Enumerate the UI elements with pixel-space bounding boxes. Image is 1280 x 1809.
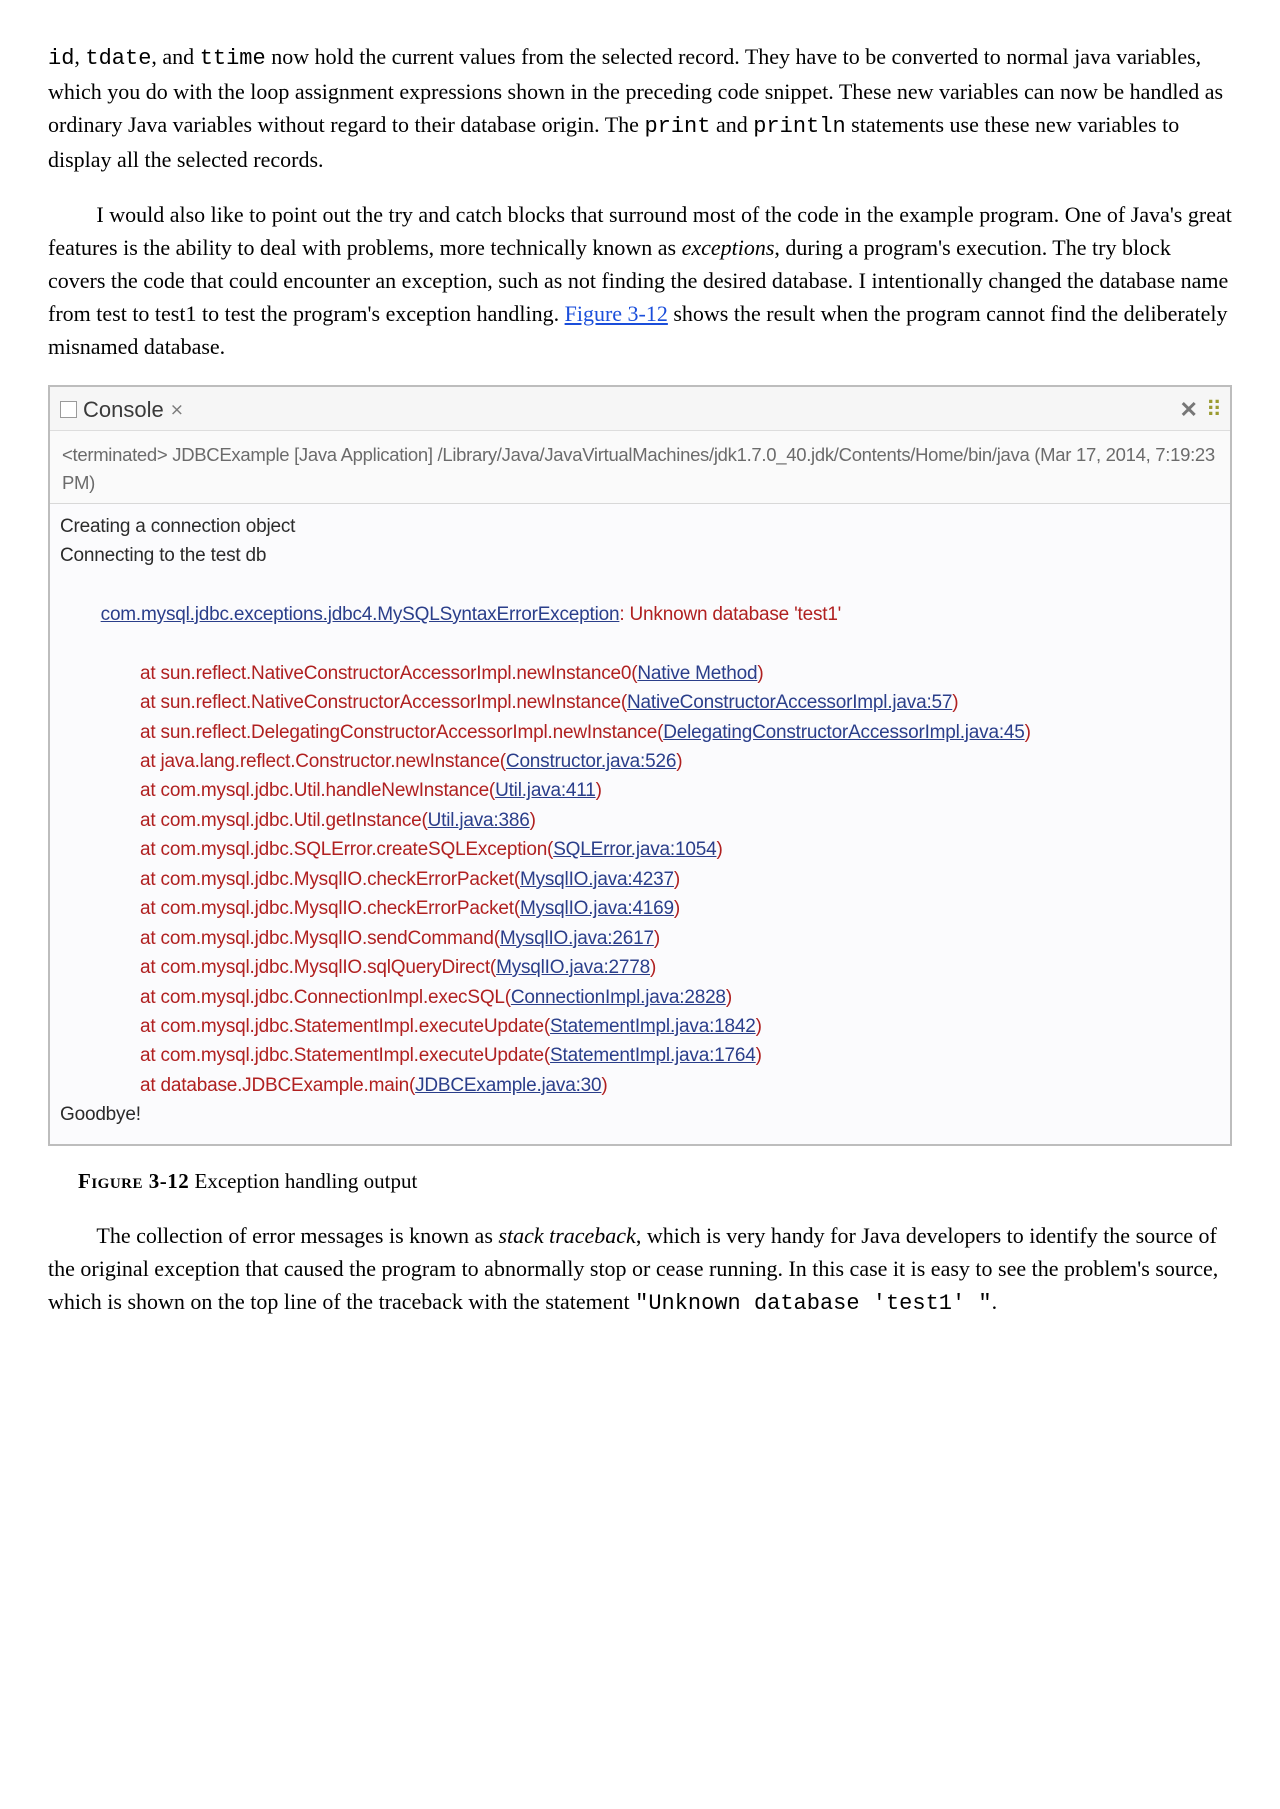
text: , bbox=[74, 44, 85, 69]
trace-prefix: at com.mysql.jdbc.StatementImpl.executeU… bbox=[140, 1016, 550, 1037]
figure-caption: Figure 3-12 Exception handling output bbox=[78, 1166, 1232, 1198]
stacktrace-line: at com.mysql.jdbc.SQLError.createSQLExce… bbox=[60, 835, 1220, 864]
term-stack-traceback: stack traceback bbox=[498, 1223, 635, 1248]
trace-source-link[interactable]: DelegatingConstructorAccessorImpl.java:4… bbox=[663, 722, 1024, 743]
exception-class[interactable]: com.mysql.jdbc.exceptions.jdbc4.MySQLSyn… bbox=[101, 604, 620, 625]
trace-prefix: at com.mysql.jdbc.SQLError.createSQLExce… bbox=[140, 839, 553, 860]
trace-suffix: ) bbox=[674, 869, 680, 890]
code-tdate: tdate bbox=[85, 46, 151, 71]
trace-source-link[interactable]: MysqlIO.java:4237 bbox=[520, 869, 674, 890]
trace-prefix: at com.mysql.jdbc.StatementImpl.executeU… bbox=[140, 1045, 550, 1066]
code-print: print bbox=[644, 114, 710, 139]
code-unknown-db: "Unknown database 'test1' " bbox=[635, 1291, 991, 1316]
trace-suffix: ) bbox=[757, 663, 763, 684]
exception-message: : Unknown database 'test1' bbox=[619, 604, 841, 625]
console-panel: Console ⨯ ✕ ⠿ <terminated> JDBCExample [… bbox=[48, 385, 1232, 1146]
trace-prefix: at com.mysql.jdbc.Util.getInstance( bbox=[140, 810, 428, 831]
trace-source-link[interactable]: SQLError.java:1054 bbox=[553, 839, 716, 860]
paragraph-3: The collection of error messages is know… bbox=[48, 1219, 1232, 1320]
console-icon bbox=[60, 401, 77, 418]
trace-source-link[interactable]: MysqlIO.java:2778 bbox=[496, 957, 650, 978]
trace-prefix: at com.mysql.jdbc.MysqlIO.sendCommand( bbox=[140, 928, 500, 949]
stacktrace-line: at com.mysql.jdbc.StatementImpl.executeU… bbox=[60, 1041, 1220, 1070]
trace-prefix: at com.mysql.jdbc.MysqlIO.checkErrorPack… bbox=[140, 869, 520, 890]
term-exceptions: exceptions bbox=[682, 235, 775, 260]
output-line: Goodbye! bbox=[60, 1100, 1220, 1129]
trace-prefix: at com.mysql.jdbc.Util.handleNewInstance… bbox=[140, 780, 495, 801]
trace-suffix: ) bbox=[676, 751, 682, 772]
text: and bbox=[710, 112, 753, 137]
trace-prefix: at com.mysql.jdbc.MysqlIO.sqlQueryDirect… bbox=[140, 957, 496, 978]
text: The collection of error messages is know… bbox=[96, 1223, 498, 1248]
code-println: println bbox=[753, 114, 845, 139]
stacktrace-line: at com.mysql.jdbc.MysqlIO.sqlQueryDirect… bbox=[60, 953, 1220, 982]
trace-source-link[interactable]: ConnectionImpl.java:2828 bbox=[511, 987, 726, 1008]
stacktrace-line: at com.mysql.jdbc.Util.handleNewInstance… bbox=[60, 776, 1220, 805]
output-line: Connecting to the test db bbox=[60, 541, 1220, 570]
trace-suffix: ) bbox=[756, 1045, 762, 1066]
trace-source-link[interactable]: MysqlIO.java:2617 bbox=[500, 928, 654, 949]
trace-prefix: at com.mysql.jdbc.ConnectionImpl.execSQL… bbox=[140, 987, 511, 1008]
menu-icon[interactable]: ⠿ bbox=[1206, 393, 1222, 426]
trace-source-link[interactable]: MysqlIO.java:4169 bbox=[520, 898, 674, 919]
console-tab-label: Console bbox=[83, 393, 164, 426]
trace-prefix: at sun.reflect.NativeConstructorAccessor… bbox=[140, 663, 637, 684]
console-output: Creating a connection object Connecting … bbox=[50, 504, 1230, 1144]
trace-suffix: ) bbox=[530, 810, 536, 831]
console-tab-bar: Console ⨯ ✕ ⠿ bbox=[50, 387, 1230, 431]
code-id: id bbox=[48, 46, 74, 71]
trace-source-link[interactable]: Constructor.java:526 bbox=[506, 751, 676, 772]
trace-source-link[interactable]: Util.java:386 bbox=[428, 810, 530, 831]
console-tab[interactable]: Console ⨯ bbox=[60, 393, 184, 426]
close-icon[interactable]: ✕ bbox=[1179, 393, 1197, 426]
trace-suffix: ) bbox=[654, 928, 660, 949]
trace-prefix: at database.JDBCExample.main( bbox=[140, 1075, 415, 1096]
trace-suffix: ) bbox=[596, 780, 602, 801]
text: . bbox=[992, 1289, 998, 1314]
figure-3-12: Console ⨯ ✕ ⠿ <terminated> JDBCExample [… bbox=[48, 385, 1232, 1197]
figure-link[interactable]: Figure 3-12 bbox=[565, 301, 668, 326]
figure-caption-text: Exception handling output bbox=[189, 1169, 417, 1193]
trace-prefix: at sun.reflect.DelegatingConstructorAcce… bbox=[140, 722, 663, 743]
exception-header: com.mysql.jdbc.exceptions.jdbc4.MySQLSyn… bbox=[60, 570, 1220, 658]
trace-suffix: ) bbox=[674, 898, 680, 919]
trace-suffix: ) bbox=[650, 957, 656, 978]
stacktrace-line: at com.mysql.jdbc.StatementImpl.executeU… bbox=[60, 1012, 1220, 1041]
stacktrace-line: at sun.reflect.DelegatingConstructorAcce… bbox=[60, 718, 1220, 747]
stacktrace-line: at java.lang.reflect.Constructor.newInst… bbox=[60, 747, 1220, 776]
trace-suffix: ) bbox=[1025, 722, 1031, 743]
stacktrace-line: at sun.reflect.NativeConstructorAccessor… bbox=[60, 659, 1220, 688]
terminated-line: <terminated> JDBCExample [Java Applicati… bbox=[50, 431, 1230, 504]
code-ttime: ttime bbox=[200, 46, 266, 71]
trace-source-link[interactable]: JDBCExample.java:30 bbox=[415, 1075, 601, 1096]
trace-source-link[interactable]: StatementImpl.java:1764 bbox=[550, 1045, 756, 1066]
paragraph-1: id, tdate, and ttime now hold the curren… bbox=[48, 40, 1232, 176]
console-toolbar: ✕ ⠿ bbox=[1179, 393, 1222, 426]
trace-prefix: at sun.reflect.NativeConstructorAccessor… bbox=[140, 692, 627, 713]
trace-suffix: ) bbox=[716, 839, 722, 860]
text: , and bbox=[151, 44, 199, 69]
stacktrace-line: at com.mysql.jdbc.Util.getInstance(Util.… bbox=[60, 806, 1220, 835]
stacktrace-line: at database.JDBCExample.main(JDBCExample… bbox=[60, 1071, 1220, 1100]
stacktrace-line: at com.mysql.jdbc.ConnectionImpl.execSQL… bbox=[60, 983, 1220, 1012]
console-tab-decor: ⨯ bbox=[170, 397, 184, 423]
output-line: Creating a connection object bbox=[60, 512, 1220, 541]
stacktrace-line: at com.mysql.jdbc.MysqlIO.sendCommand(My… bbox=[60, 924, 1220, 953]
trace-suffix: ) bbox=[601, 1075, 607, 1096]
trace-source-link[interactable]: StatementImpl.java:1842 bbox=[550, 1016, 756, 1037]
stacktrace-line: at sun.reflect.NativeConstructorAccessor… bbox=[60, 688, 1220, 717]
trace-source-link[interactable]: NativeConstructorAccessorImpl.java:57 bbox=[627, 692, 952, 713]
trace-suffix: ) bbox=[952, 692, 958, 713]
stacktrace-line: at com.mysql.jdbc.MysqlIO.checkErrorPack… bbox=[60, 865, 1220, 894]
trace-suffix: ) bbox=[756, 1016, 762, 1037]
stacktrace-line: at com.mysql.jdbc.MysqlIO.checkErrorPack… bbox=[60, 894, 1220, 923]
trace-source-link[interactable]: Native Method bbox=[637, 663, 757, 684]
trace-suffix: ) bbox=[726, 987, 732, 1008]
trace-prefix: at java.lang.reflect.Constructor.newInst… bbox=[140, 751, 506, 772]
figure-label: Figure 3-12 bbox=[78, 1169, 189, 1193]
trace-prefix: at com.mysql.jdbc.MysqlIO.checkErrorPack… bbox=[140, 898, 520, 919]
paragraph-2: I would also like to point out the try a… bbox=[48, 198, 1232, 363]
trace-source-link[interactable]: Util.java:411 bbox=[495, 780, 596, 801]
